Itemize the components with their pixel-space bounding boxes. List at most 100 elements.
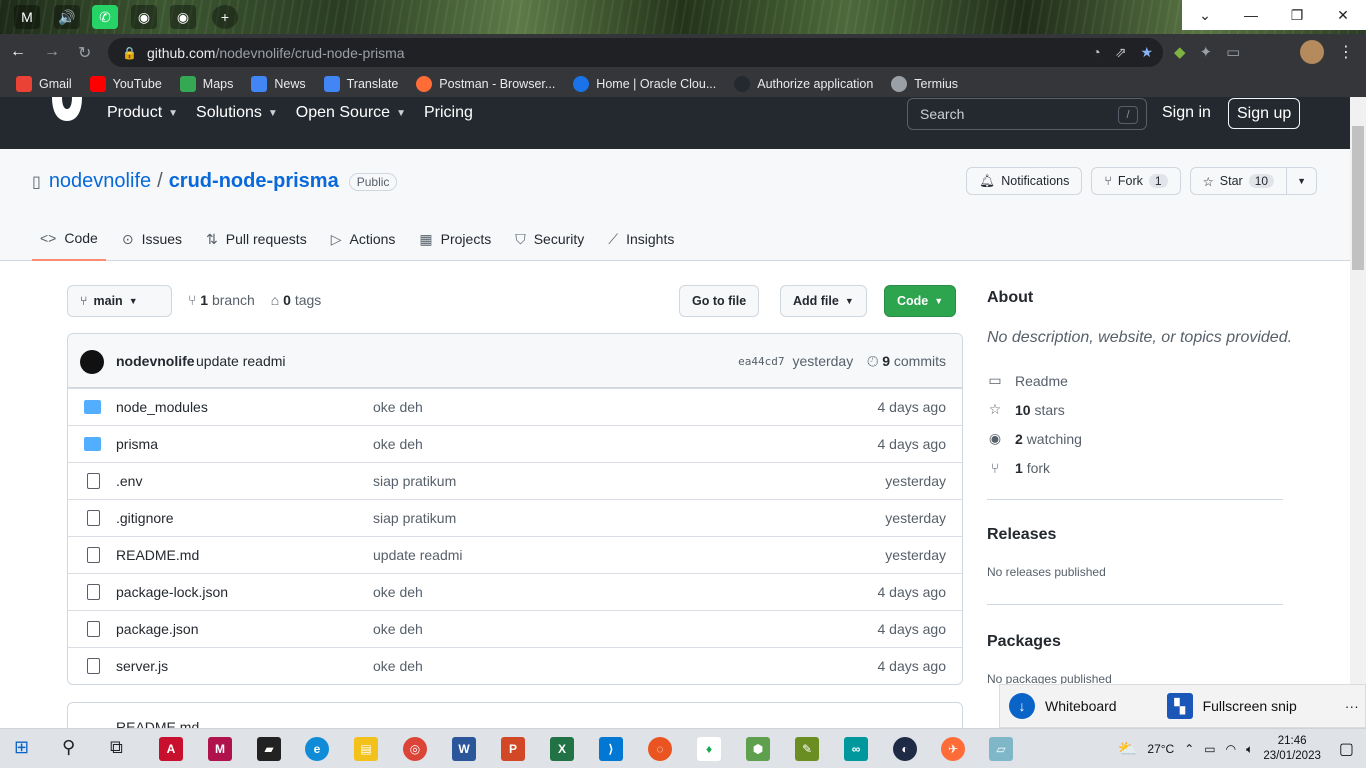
notification-icon[interactable]: ▢ — [1339, 739, 1354, 759]
back-icon[interactable]: ← — [10, 43, 26, 61]
sign-in-link[interactable]: Sign in — [1162, 104, 1211, 122]
close-icon[interactable]: ✕ — [1320, 0, 1366, 30]
extension-icon[interactable]: ◆ — [1174, 43, 1186, 61]
bookmark-star-icon[interactable]: ★ — [1140, 44, 1153, 61]
whiteboard-button[interactable]: ↓ Whiteboard — [1009, 693, 1117, 719]
sign-up-button[interactable]: Sign up — [1228, 98, 1301, 129]
code-dropdown-button[interactable]: Code ▼ — [884, 285, 957, 317]
task-view-icon[interactable]: ⧉ — [110, 737, 123, 758]
nav-product[interactable]: Product ▼ — [107, 104, 178, 122]
share-icon[interactable]: ⇗ — [1115, 44, 1127, 61]
tab-insights[interactable]: ⟋ Insights — [600, 217, 682, 261]
battery-icon[interactable]: ▭ — [1204, 742, 1215, 756]
releases-heading[interactable]: Releases — [987, 526, 1056, 544]
mendeley-icon[interactable]: M — [208, 737, 232, 761]
weather-icon[interactable]: ⛅ — [1117, 739, 1137, 759]
audio-tab-icon[interactable]: 🔊 — [54, 5, 80, 29]
excel-icon[interactable]: X — [550, 737, 574, 761]
readme-link[interactable]: ▭ Readme — [987, 366, 1082, 395]
app-icon-3[interactable]: ▱ — [989, 737, 1013, 761]
app-icon[interactable]: ✎ — [795, 737, 819, 761]
tab-code[interactable]: <> Code — [32, 217, 106, 261]
notes-icon[interactable]: ▰ — [257, 737, 281, 761]
packages-heading[interactable]: Packages — [987, 633, 1061, 651]
tab-search-icon[interactable]: ⌄ — [1182, 0, 1228, 30]
avatar[interactable] — [80, 350, 104, 374]
file-commit-message[interactable]: update readmi — [373, 547, 463, 563]
search-input[interactable]: Search / — [907, 98, 1147, 130]
windows-start-icon[interactable]: ⊞ — [14, 737, 29, 758]
forward-icon[interactable]: → — [44, 43, 60, 61]
clock[interactable]: 21:46 23/01/2023 — [1263, 734, 1321, 764]
repo-name-link[interactable]: crud-node-prisma — [169, 170, 339, 193]
file-commit-message[interactable]: oke deh — [373, 584, 423, 600]
file-name[interactable]: node_modules — [116, 399, 208, 415]
app-icon-2[interactable]: ◐ — [893, 737, 917, 761]
mongodb-icon[interactable]: ♦ — [697, 737, 721, 761]
puzzle-icon[interactable]: ✦ — [1200, 43, 1213, 61]
repo-owner-link[interactable]: nodevnolife — [49, 170, 151, 193]
more-options-icon[interactable]: ··· — [1345, 698, 1359, 714]
gmail-tab-icon[interactable]: M — [14, 5, 40, 29]
chrome-icon[interactable]: ◎ — [403, 737, 427, 761]
fullscreen-snip-button[interactable]: ▚ Fullscreen snip — [1166, 693, 1297, 719]
file-commit-message[interactable]: oke deh — [373, 621, 423, 637]
ubuntu-icon[interactable]: ◌ — [648, 737, 672, 761]
bookmark-oracle[interactable]: Home | Oracle Clou... — [573, 76, 716, 92]
tab-security[interactable]: ⛉ Security — [507, 217, 592, 261]
list-item[interactable]: package-lock.json oke deh 4 days ago — [68, 573, 962, 610]
file-commit-message[interactable]: oke deh — [373, 658, 423, 674]
network-icon[interactable]: ◠ — [1226, 742, 1236, 756]
bookmark-termius[interactable]: Termius — [891, 76, 958, 92]
tab-pull-requests[interactable]: ⇅ Pull requests — [198, 217, 315, 261]
nav-solutions[interactable]: Solutions ▼ — [196, 104, 278, 122]
bookmark-gmail[interactable]: Gmail — [16, 76, 72, 92]
file-name[interactable]: .gitignore — [116, 510, 174, 526]
list-item[interactable]: .gitignore siap pratikum yesterday — [68, 499, 962, 536]
tags-link[interactable]: ⌂ 0 tags — [271, 292, 322, 308]
commit-author[interactable]: nodevnolife — [116, 353, 195, 369]
branch-select-button[interactable]: ⑂ main ▼ — [67, 285, 172, 317]
github-logo-icon[interactable] — [50, 97, 84, 127]
tab-projects[interactable]: ▦ Projects — [411, 217, 499, 261]
powerpoint-icon[interactable]: P — [501, 737, 525, 761]
go-to-file-button[interactable]: Go to file — [679, 285, 760, 317]
word-icon[interactable]: W — [452, 737, 476, 761]
notifications-button[interactable]: 🔔︎ Notifications — [966, 167, 1083, 195]
list-item[interactable]: .env siap pratikum yesterday — [68, 462, 962, 499]
edge-icon[interactable]: e — [305, 737, 329, 761]
menu-kebab-icon[interactable]: ⋮ — [1338, 42, 1354, 62]
reload-icon[interactable]: ↻ — [78, 43, 91, 63]
commit-message[interactable]: update readmi — [196, 353, 286, 369]
github-tab-icon[interactable]: ◉ — [131, 5, 157, 29]
bookmark-postman[interactable]: Postman - Browser... — [416, 76, 555, 92]
vscode-icon[interactable]: ⟩ — [599, 737, 623, 761]
tab-actions[interactable]: ▷ Actions — [323, 217, 404, 261]
search-icon[interactable]: ⚲ — [62, 737, 75, 758]
file-name[interactable]: package.json — [116, 621, 199, 637]
file-name[interactable]: README.md — [116, 547, 199, 563]
fork-button[interactable]: ⑂ Fork 1 — [1091, 167, 1181, 195]
file-name[interactable]: prisma — [116, 436, 158, 452]
star-button[interactable]: ☆ Star 10 — [1189, 167, 1288, 195]
nodejs-icon[interactable]: ⬢ — [746, 737, 770, 761]
chevron-up-icon[interactable]: ⌃ — [1184, 742, 1194, 756]
file-commit-message[interactable]: oke deh — [373, 399, 423, 415]
new-tab-icon[interactable]: + — [212, 5, 238, 29]
add-file-button[interactable]: Add file ▼ — [780, 285, 867, 317]
arduino-icon[interactable]: ∞ — [844, 737, 868, 761]
tab-issues[interactable]: ⊙ Issues — [114, 217, 190, 261]
temperature[interactable]: 27°C — [1147, 742, 1174, 756]
scrollbar-thumb[interactable] — [1352, 126, 1364, 270]
postman-icon[interactable]: ✈ — [941, 737, 965, 761]
forks-link[interactable]: ⑂ 1 fork — [987, 453, 1082, 482]
bookmark-youtube[interactable]: YouTube — [89, 76, 162, 92]
watchers-link[interactable]: ◉ 2 watching — [987, 424, 1082, 453]
whatsapp-tab-icon[interactable]: ✆ — [92, 5, 118, 29]
volume-icon[interactable]: 🔈︎ — [1246, 742, 1253, 757]
address-bar[interactable]: 🔒 github.com/nodevnolife/crud-node-prism… — [108, 38, 1163, 67]
bookmark-translate[interactable]: Translate — [323, 76, 398, 92]
bookmark-news[interactable]: News — [251, 76, 306, 92]
file-name[interactable]: package-lock.json — [116, 584, 228, 600]
file-name[interactable]: server.js — [116, 658, 168, 674]
